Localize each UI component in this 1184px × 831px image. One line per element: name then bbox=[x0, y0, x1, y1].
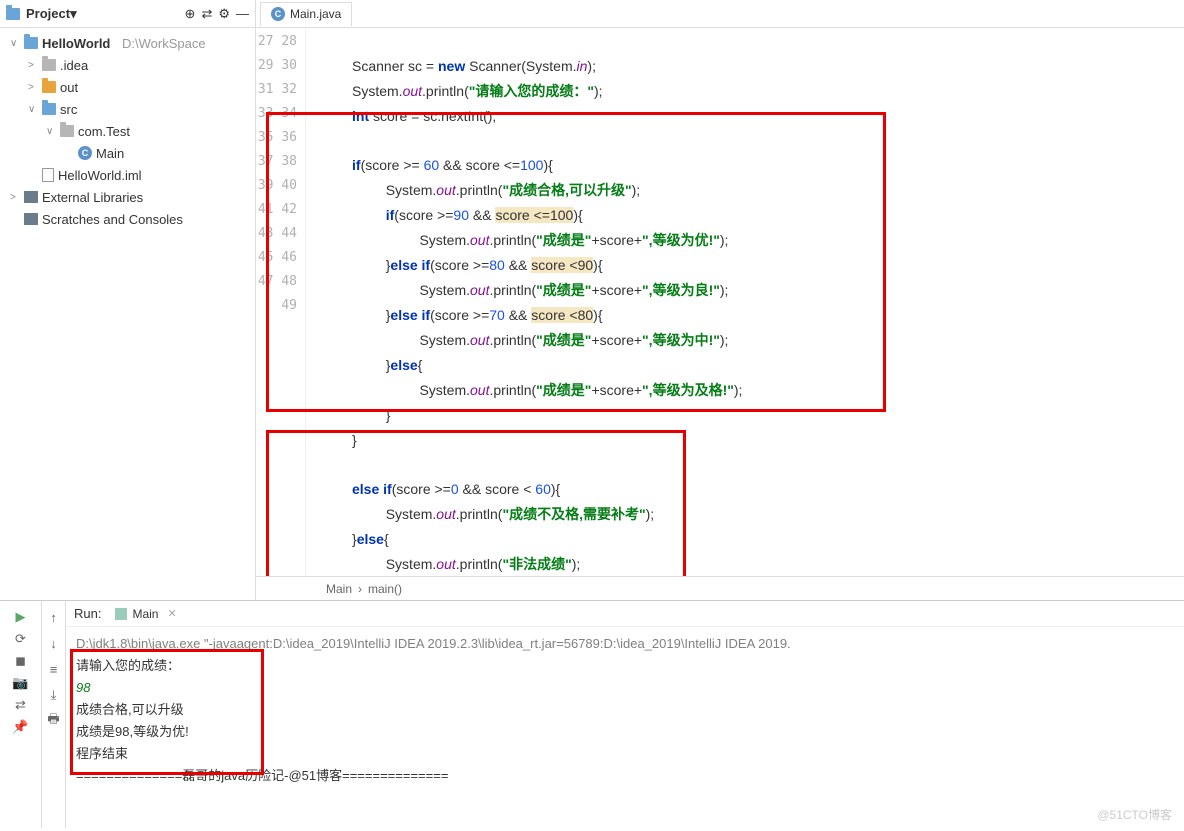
highlight-box-2 bbox=[266, 430, 686, 576]
project-toolbar: Project▾ ⊕ ⇄ ⚙ — bbox=[0, 0, 255, 28]
folder-icon bbox=[42, 59, 56, 71]
stop-button[interactable]: ◼ bbox=[11, 651, 31, 671]
console-line: 程序结束 bbox=[76, 743, 1174, 765]
class-icon: C bbox=[271, 7, 285, 21]
gutter: 27 28 29 30 31 32 33 34 35 36 37 38 39 4… bbox=[256, 28, 306, 576]
tree-item-iml[interactable]: HelloWorld.iml bbox=[0, 164, 255, 186]
tree-root[interactable]: ∨HelloWorld D:\WorkSpace bbox=[0, 32, 255, 54]
tree-item-idea[interactable]: >.idea bbox=[0, 54, 255, 76]
tree-item-out[interactable]: >out bbox=[0, 76, 255, 98]
settings-icon[interactable]: ⇄ bbox=[11, 695, 31, 715]
console-line: 成绩合格,可以升级 bbox=[76, 699, 1174, 721]
hide-icon[interactable]: — bbox=[236, 6, 249, 21]
editor-pane: CMain.java 27 28 29 30 31 32 33 34 35 36… bbox=[256, 0, 1184, 600]
debug-button[interactable]: ⟳ bbox=[11, 629, 31, 649]
print-icon[interactable]: 🖶 bbox=[44, 711, 64, 731]
target-icon[interactable]: ⊕ bbox=[185, 6, 196, 22]
camera-icon[interactable]: 📷 bbox=[11, 673, 31, 693]
up-icon[interactable]: ↑ bbox=[44, 607, 64, 627]
tree-item-main[interactable]: CMain bbox=[0, 142, 255, 164]
console-output[interactable]: D:\jdk1.8\bin\java.exe "-javaagent:D:\id… bbox=[66, 627, 1184, 828]
tree-item-libs[interactable]: >External Libraries bbox=[0, 186, 255, 208]
close-icon[interactable]: ✕ bbox=[167, 607, 176, 620]
console-line: ==============磊哥的java历险记-@51博客==========… bbox=[76, 765, 1174, 787]
run-tab[interactable]: Main✕ bbox=[109, 605, 182, 623]
console-command: D:\jdk1.8\bin\java.exe "-javaagent:D:\id… bbox=[76, 633, 1174, 655]
wrap-icon[interactable]: ≡ bbox=[44, 659, 64, 679]
tree-item-scratches[interactable]: Scratches and Consoles bbox=[0, 208, 255, 230]
project-sidebar: Project▾ ⊕ ⇄ ⚙ — ∨HelloWorld D:\WorkSpac… bbox=[0, 0, 256, 600]
project-icon bbox=[6, 7, 20, 21]
folder-icon bbox=[42, 81, 56, 93]
tree-item-package[interactable]: ∨com.Test bbox=[0, 120, 255, 142]
package-icon bbox=[60, 125, 74, 137]
scratches-icon bbox=[24, 213, 38, 225]
collapse-icon[interactable]: ⇄ bbox=[201, 6, 212, 22]
down-icon[interactable]: ↓ bbox=[44, 633, 64, 653]
run-panel: ▶ ⟳ ◼ 📷 ⇄ 📌 ↑ ↓ ≡ ⤓ 🖶 Run: Main✕ D:\jdk1… bbox=[0, 600, 1184, 828]
folder-icon bbox=[24, 37, 38, 49]
console-input: 98 bbox=[76, 677, 1174, 699]
scroll-icon[interactable]: ⤓ bbox=[44, 685, 64, 705]
pin-icon[interactable]: 📌 bbox=[11, 717, 31, 737]
tree-item-src[interactable]: ∨src bbox=[0, 98, 255, 120]
run-label: Run: bbox=[74, 606, 101, 621]
run-toolbar-left: ▶ ⟳ ◼ 📷 ⇄ 📌 bbox=[0, 601, 42, 828]
code-content[interactable]: Scanner sc = new Scanner(System.in); Sys… bbox=[306, 28, 1184, 576]
folder-icon bbox=[42, 103, 56, 115]
library-icon bbox=[24, 191, 38, 203]
code-area[interactable]: 27 28 29 30 31 32 33 34 35 36 37 38 39 4… bbox=[256, 28, 1184, 576]
run-header: Run: Main✕ bbox=[66, 601, 1184, 627]
run-toolbar-2: ↑ ↓ ≡ ⤓ 🖶 bbox=[42, 601, 66, 828]
file-icon bbox=[42, 168, 54, 182]
class-icon: C bbox=[78, 146, 92, 160]
project-tree: ∨HelloWorld D:\WorkSpace >.idea >out ∨sr… bbox=[0, 28, 255, 234]
console-line: 请输入您的成绩： bbox=[76, 655, 1174, 677]
gear-icon[interactable]: ⚙ bbox=[218, 6, 230, 22]
project-dropdown[interactable]: Project▾ bbox=[26, 6, 77, 22]
editor-tab-main[interactable]: CMain.java bbox=[260, 2, 352, 26]
editor-tab-bar: CMain.java bbox=[256, 0, 1184, 28]
console-line: 成绩是98,等级为优! bbox=[76, 721, 1174, 743]
breadcrumb[interactable]: Main›main() bbox=[256, 576, 1184, 600]
run-button[interactable]: ▶ bbox=[11, 607, 31, 627]
watermark: @51CTO博客 bbox=[1097, 806, 1172, 823]
